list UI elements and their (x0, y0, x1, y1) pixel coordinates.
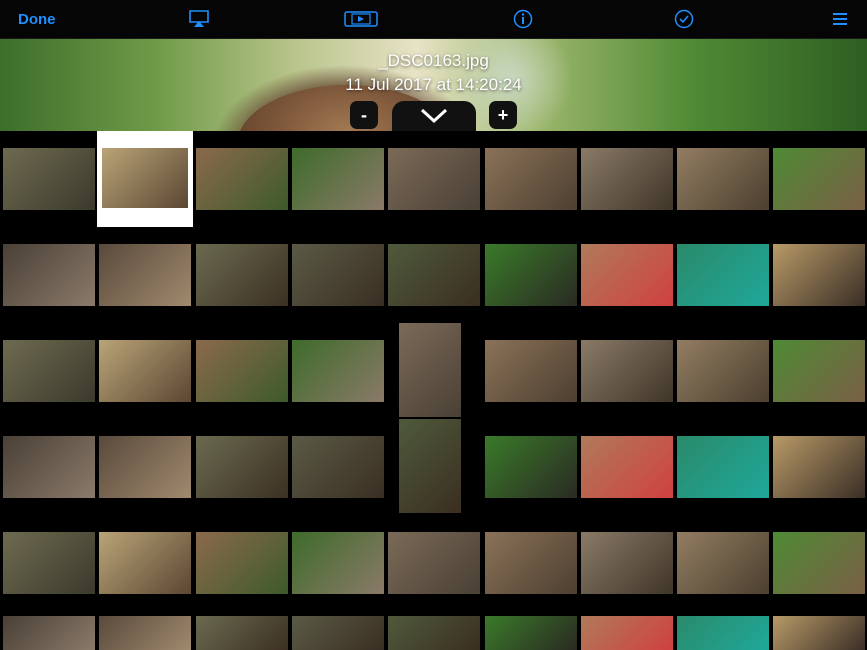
photo-thumbnail[interactable] (399, 323, 461, 417)
photo-thumbnail[interactable] (292, 532, 384, 594)
photo-thumbnail[interactable] (388, 244, 480, 306)
photo-thumbnail[interactable] (196, 532, 288, 594)
photo-thumbnail[interactable] (581, 436, 673, 498)
photo-thumbnail[interactable] (399, 419, 461, 513)
photo-thumbnail[interactable] (99, 616, 191, 650)
photo-thumbnail[interactable] (196, 616, 288, 650)
photo-thumbnail[interactable] (581, 616, 673, 650)
photo-thumbnail[interactable] (292, 244, 384, 306)
slideshow-icon[interactable] (344, 0, 378, 38)
photo-thumbnail[interactable] (3, 532, 95, 594)
photo-thumbnail[interactable] (388, 532, 480, 594)
select-icon[interactable] (674, 0, 694, 38)
photo-thumbnail[interactable] (292, 616, 384, 650)
photo-preview[interactable]: _DSC0163.jpg 11 Jul 2017 at 14:20:24 - + (0, 39, 867, 131)
photo-thumbnail[interactable] (677, 532, 769, 594)
airplay-icon[interactable] (188, 0, 210, 38)
photo-thumbnail[interactable] (677, 436, 769, 498)
photo-thumbnail[interactable] (773, 436, 865, 498)
photo-thumbnail[interactable] (773, 340, 865, 402)
preview-filename: _DSC0163.jpg (378, 51, 489, 70)
photo-thumbnail[interactable] (485, 244, 577, 306)
photo-thumbnail[interactable] (581, 244, 673, 306)
photo-thumbnail[interactable] (485, 148, 577, 210)
photo-thumbnail[interactable] (292, 436, 384, 498)
photo-thumbnail[interactable] (196, 340, 288, 402)
photo-thumbnail[interactable] (3, 244, 95, 306)
info-icon[interactable] (513, 0, 533, 38)
photo-thumbnail[interactable] (581, 532, 673, 594)
photo-thumbnail[interactable] (773, 244, 865, 306)
thumbnail-grid (0, 131, 867, 650)
photo-thumbnail[interactable] (196, 244, 288, 306)
photo-thumbnail[interactable] (485, 616, 577, 650)
photo-thumbnail[interactable] (388, 148, 480, 210)
photo-thumbnail[interactable] (3, 340, 95, 402)
zoom-out-button[interactable]: - (350, 101, 378, 129)
photo-thumbnail[interactable] (196, 148, 288, 210)
photo-thumbnail[interactable] (292, 148, 384, 210)
photo-thumbnail[interactable] (677, 148, 769, 210)
photo-thumbnail[interactable] (3, 436, 95, 498)
photo-thumbnail[interactable] (485, 436, 577, 498)
photo-thumbnail[interactable] (677, 340, 769, 402)
done-button[interactable]: Done (18, 0, 56, 38)
chevron-down-icon (420, 108, 448, 124)
photo-thumbnail[interactable] (581, 340, 673, 402)
photo-thumbnail[interactable] (677, 244, 769, 306)
top-toolbar: Done (0, 0, 867, 39)
photo-thumbnail[interactable] (99, 436, 191, 498)
thumbnail-image (102, 148, 188, 208)
photo-thumbnail[interactable] (773, 148, 865, 210)
zoom-in-button[interactable]: + (489, 101, 517, 129)
photo-thumbnail[interactable] (581, 148, 673, 210)
menu-icon[interactable] (833, 0, 847, 38)
photo-thumbnail[interactable] (99, 532, 191, 594)
photo-thumbnail[interactable] (773, 532, 865, 594)
photo-thumbnail[interactable] (97, 131, 193, 227)
photo-thumbnail[interactable] (773, 616, 865, 650)
photo-thumbnail[interactable] (677, 616, 769, 650)
photo-thumbnail[interactable] (196, 436, 288, 498)
collapse-preview-button[interactable] (392, 101, 476, 131)
photo-thumbnail[interactable] (99, 244, 191, 306)
photo-thumbnail[interactable] (3, 148, 95, 210)
photo-thumbnail[interactable] (388, 616, 480, 650)
photo-thumbnail[interactable] (485, 532, 577, 594)
photo-thumbnail[interactable] (99, 340, 191, 402)
photo-thumbnail[interactable] (3, 616, 95, 650)
preview-datetime: 11 Jul 2017 at 14:20:24 (345, 75, 522, 94)
photo-thumbnail[interactable] (485, 340, 577, 402)
photo-thumbnail[interactable] (292, 340, 384, 402)
